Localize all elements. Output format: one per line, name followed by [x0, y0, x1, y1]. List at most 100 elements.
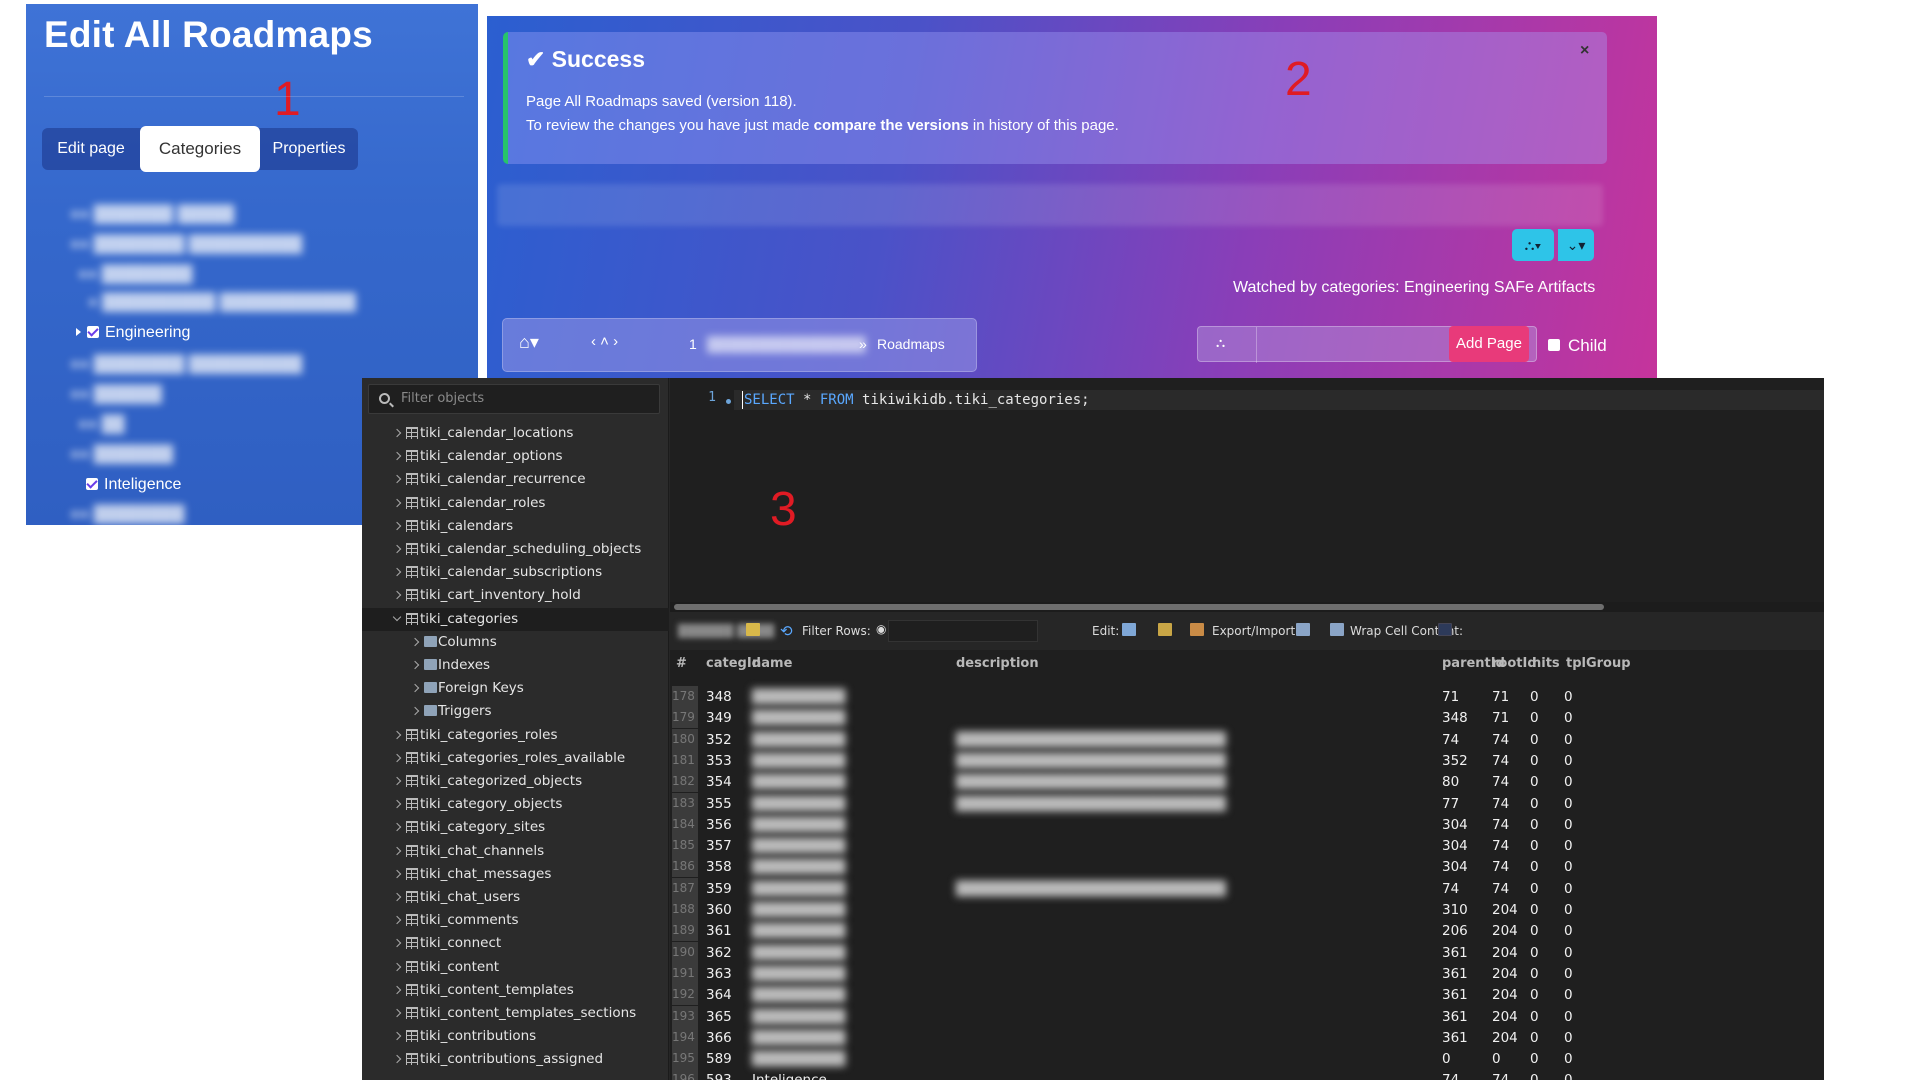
add-page-button[interactable]: Add Page [1449, 326, 1529, 362]
breadcrumb-current[interactable]: Roadmaps [877, 336, 945, 352]
structure-icon[interactable]: ⛬▾ [1512, 229, 1554, 261]
compare-versions-link[interactable]: compare the versions [814, 117, 969, 134]
col-header-index[interactable]: # [676, 650, 687, 678]
chevron-right-icon[interactable] [410, 683, 420, 693]
chevron-right-icon[interactable] [392, 544, 402, 554]
checkbox-checked-icon[interactable] [86, 478, 98, 490]
home-icon[interactable]: ⌂▾ [519, 332, 539, 353]
table-row[interactable]: 195 589 █████████ 0 0 0 0 [670, 1048, 1824, 1070]
table-row[interactable]: 180 352 █████████ 74 74 0 0 ███████████████████… [670, 728, 1824, 750]
tree-table-item[interactable]: tiki_calendar_options [362, 445, 669, 468]
category-item-engineering[interactable]: Engineering [76, 324, 190, 346]
export-icon[interactable] [1296, 623, 1310, 636]
table-row[interactable]: 191 363 █████████ 361 204 0 0 [670, 962, 1824, 984]
chevron-right-icon[interactable] [392, 962, 402, 971]
tree-table-item[interactable]: tiki_calendar_subscriptions [362, 561, 669, 584]
table-row[interactable]: 178 348 █████████ 71 71 0 0 [670, 686, 1824, 707]
tree-table-item[interactable]: tiki_category_objects [362, 793, 669, 816]
tree-table-item[interactable]: tiki_calendars [362, 515, 669, 538]
tree-folder-item[interactable]: Foreign Keys [362, 677, 669, 700]
chevron-right-icon[interactable] [392, 892, 402, 902]
tree-table-item[interactable]: tiki_contributions_assigned [362, 1048, 669, 1071]
chevron-down-icon[interactable] [392, 612, 402, 621]
chevron-right-icon[interactable] [392, 1031, 402, 1041]
tree-table-item[interactable]: tiki_chat_channels [362, 840, 669, 863]
tree-folder-item[interactable]: Columns [362, 631, 669, 654]
chevron-right-icon[interactable] [392, 1008, 402, 1018]
tree-table-item[interactable]: tiki_categorized_objects [362, 770, 669, 793]
table-row[interactable]: 186 358 █████████ 304 74 0 0 [670, 856, 1824, 878]
table-row[interactable]: 192 364 █████████ 361 204 0 0 [670, 984, 1824, 1006]
sql-editor[interactable]: 1 SELECT * FROM tikiwikidb.tiki_categori… [670, 378, 1824, 602]
col-header-name[interactable]: name [752, 650, 792, 678]
grid-icon[interactable] [746, 623, 760, 636]
col-header-rootid[interactable]: rootId [1492, 650, 1537, 678]
tree-table-item[interactable]: tiki_cart_inventory_hold [362, 584, 669, 607]
chevron-right-icon[interactable] [392, 915, 402, 925]
sql-query[interactable]: SELECT * FROM tikiwikidb.tiki_categories… [744, 390, 1090, 410]
tree-table-item[interactable]: tiki_contributions [362, 1025, 669, 1048]
child-checkbox[interactable]: Child [1548, 336, 1607, 356]
table-row[interactable]: 190 362 █████████ 361 204 0 0 [670, 941, 1824, 963]
table-row[interactable]: 196 593 Inteligence 74 74 0 0 [670, 1069, 1824, 1080]
delete-row-icon[interactable] [1190, 623, 1204, 636]
tab-edit-page[interactable]: Edit page [42, 128, 140, 170]
tree-table-item[interactable]: tiki_chat_users [362, 886, 669, 909]
checkbox-icon[interactable] [1548, 339, 1560, 351]
tree-table-item[interactable]: tiki_calendar_scheduling_objects [362, 538, 669, 561]
tab-properties[interactable]: Properties [260, 128, 358, 170]
tree-table-item[interactable]: tiki_comments [362, 909, 669, 932]
table-row[interactable]: 182 354 █████████ 80 74 0 0 ███████████████████… [670, 771, 1824, 793]
table-row[interactable]: 187 359 █████████ 74 74 0 0 ███████████████████… [670, 877, 1824, 899]
tree-table-item[interactable]: tiki_connect [362, 932, 669, 955]
chevron-right-icon[interactable] [392, 428, 402, 438]
chevron-right-icon[interactable] [392, 451, 402, 461]
scrollbar-thumb[interactable] [674, 604, 1604, 610]
chevron-right-icon[interactable] [392, 776, 402, 786]
chevron-right-icon[interactable] [392, 939, 402, 948]
chevron-right-icon[interactable] [392, 591, 402, 600]
chevron-right-icon[interactable] [392, 753, 402, 763]
tab-categories[interactable]: Categories [140, 126, 260, 172]
table-row[interactable]: 188 360 █████████ 310 204 0 0 [670, 899, 1824, 920]
chevron-right-icon[interactable] [392, 498, 402, 507]
col-header-tplgroup[interactable]: tplGroup [1566, 650, 1631, 678]
table-row[interactable]: 185 357 █████████ 304 74 0 0 [670, 835, 1824, 857]
tree-table-item[interactable]: tiki_categories [362, 607, 669, 631]
table-row[interactable]: 184 356 █████████ 304 74 0 0 [670, 813, 1824, 835]
chevron-right-icon[interactable] [392, 567, 402, 577]
edit-row-icon[interactable] [1122, 623, 1136, 636]
editor-scrollbar[interactable] [670, 602, 1824, 612]
chevron-right-icon[interactable] [410, 707, 420, 716]
checkbox-checked-icon[interactable] [87, 326, 99, 338]
table-row[interactable]: 181 353 █████████ 352 74 0 0 ██████████████████… [670, 749, 1824, 771]
tree-table-item[interactable]: tiki_chat_messages [362, 863, 669, 886]
tree-folder-item[interactable]: Triggers [362, 700, 669, 723]
tree-table-item[interactable]: tiki_category_sites [362, 816, 669, 839]
category-item-inteligence[interactable]: Inteligence [86, 476, 181, 498]
table-row[interactable]: 179 349 █████████ 348 71 0 0 [670, 707, 1824, 729]
filter-objects-input[interactable]: Filter objects [368, 384, 660, 414]
tree-table-item[interactable]: tiki_calendar_roles [362, 492, 669, 515]
tree-table-item[interactable]: tiki_content_templates [362, 979, 669, 1002]
col-header-hits[interactable]: hits [1532, 650, 1560, 678]
table-row[interactable]: 189 361 █████████ 206 204 0 0 [670, 920, 1824, 942]
chevron-right-icon[interactable] [392, 846, 402, 855]
tree-table-item[interactable]: tiki_calendar_locations [362, 422, 669, 445]
chevron-right-icon[interactable] [392, 799, 402, 809]
nav-arrows-icon[interactable]: ‹ ˄ › [591, 333, 618, 350]
chevron-right-icon[interactable] [410, 660, 420, 670]
filter-rows-input[interactable] [888, 620, 1038, 642]
wrap-toggle-icon[interactable] [1438, 623, 1452, 636]
chevron-right-icon[interactable] [392, 521, 402, 531]
chevron-right-icon[interactable] [392, 730, 402, 739]
table-row[interactable]: 194 366 █████████ 361 204 0 0 [670, 1026, 1824, 1048]
table-row[interactable]: 193 365 █████████ 361 204 0 0 [670, 1005, 1824, 1027]
tree-table-item[interactable]: tiki_categories_roles_available [362, 747, 669, 770]
expand-arrow-icon[interactable] [76, 328, 81, 336]
tree-table-item[interactable]: tiki_content_templates_sections [362, 1002, 669, 1025]
tree-table-item[interactable]: tiki_calendar_recurrence [362, 468, 669, 491]
import-icon[interactable] [1330, 623, 1344, 636]
chevron-down-icon[interactable]: ⌄▾ [1558, 229, 1594, 261]
add-row-icon[interactable] [1158, 623, 1172, 636]
